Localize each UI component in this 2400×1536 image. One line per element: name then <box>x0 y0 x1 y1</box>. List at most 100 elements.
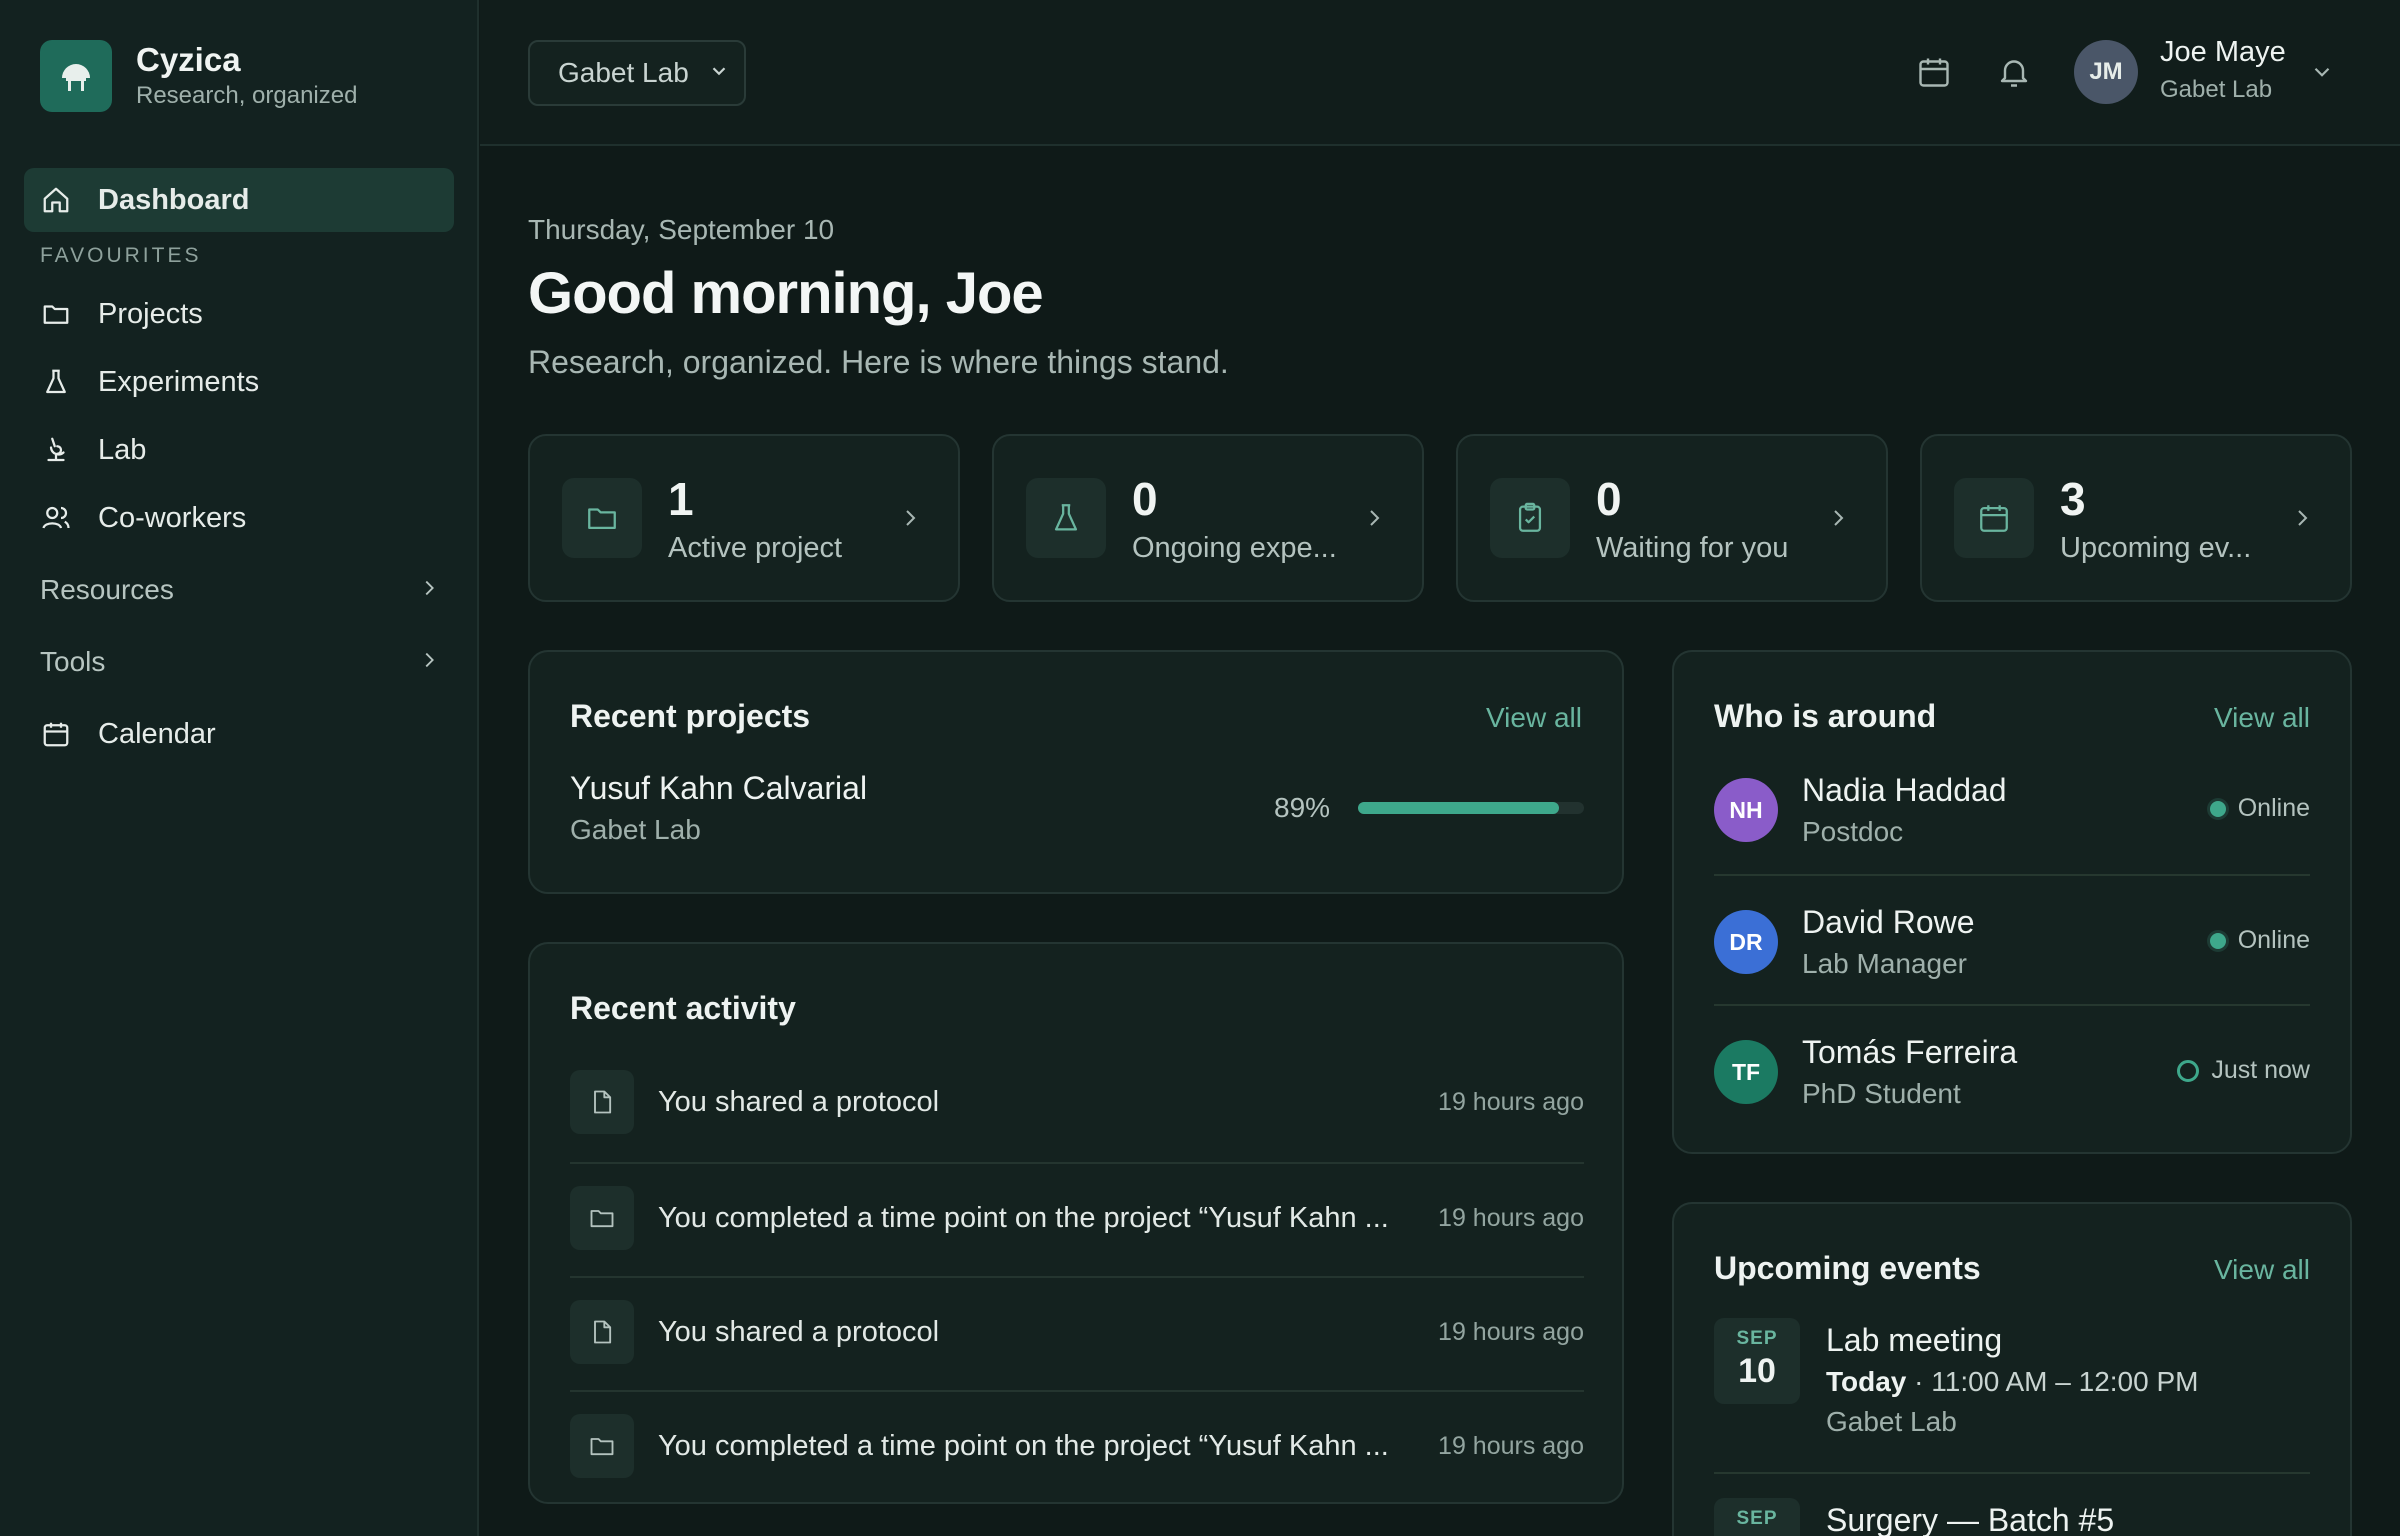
view-all-link[interactable]: View all <box>1486 702 1582 734</box>
sidebar: Cyzica Research, organized Dashboard FAV… <box>0 0 479 1536</box>
folder-icon <box>570 1186 634 1250</box>
stat-card-waiting[interactable]: 0 Waiting for you <box>1456 434 1888 602</box>
users-icon <box>40 502 72 534</box>
view-all-link[interactable]: View all <box>2214 702 2310 734</box>
status-badge: Online <box>2209 926 2310 955</box>
upcoming-events-card: Upcoming events View all SEP 10 Lab meet… <box>1672 1202 2352 1536</box>
user-lab: Gabet Lab <box>2160 76 2273 103</box>
status-dot-icon <box>2209 800 2226 817</box>
event-lab: Gabet Lab <box>1826 1406 1957 1437</box>
sidebar-group-label: Resources <box>40 574 174 605</box>
status-ring-icon <box>2177 1059 2200 1082</box>
stat-value: 3 <box>2060 473 2086 525</box>
activity-item[interactable]: You shared a protocol 19 hours ago <box>570 1276 1584 1390</box>
sidebar-item-lab[interactable]: Lab <box>24 418 454 482</box>
event-item[interactable]: SEP 10 Lab meeting Today · 11:00 AM – 12… <box>1714 1318 2310 1472</box>
person-role: Postdoc <box>1802 816 1904 847</box>
sidebar-item-calendar[interactable]: Calendar <box>24 702 454 766</box>
person-row[interactable]: DR David Rowe Lab Manager Online <box>1714 874 2310 1004</box>
sidebar-group-resources[interactable]: Resources <box>40 565 440 615</box>
lab-select[interactable]: Gabet Lab <box>528 40 746 106</box>
file-icon <box>570 1070 634 1134</box>
calendar-icon[interactable] <box>1914 52 1954 92</box>
event-date-badge: SEP <box>1714 1498 1800 1536</box>
activity-time: 19 hours ago <box>1438 1318 1584 1346</box>
lab-select-value: Gabet Lab <box>558 57 689 88</box>
activity-text: You completed a time point on the projec… <box>658 1202 1389 1234</box>
clipboard-check-icon <box>1490 478 1570 558</box>
sidebar-group-label: Tools <box>40 646 106 677</box>
person-role: PhD Student <box>1802 1078 1961 1109</box>
who-is-around-card: Who is around View all NH Nadia Haddad P… <box>1672 650 2352 1154</box>
stat-card-active-projects[interactable]: 1 Active project <box>528 434 960 602</box>
stat-label: Upcoming ev... <box>2060 532 2252 564</box>
folder-icon <box>570 1414 634 1478</box>
sidebar-item-label: Experiments <box>98 365 260 398</box>
event-day-label: Today <box>1826 1366 1907 1397</box>
activity-item[interactable]: You shared a protocol 19 hours ago <box>570 1048 1584 1162</box>
stat-card-upcoming-events[interactable]: 3 Upcoming ev... <box>1920 434 2352 602</box>
calendar-icon <box>40 718 72 750</box>
activity-time: 19 hours ago <box>1438 1088 1584 1116</box>
person-row[interactable]: TF Tomás Ferreira PhD Student Just now <box>1714 1004 2310 1134</box>
microscope-icon <box>40 434 72 466</box>
brand-name: Cyzica <box>136 41 241 78</box>
sidebar-group-tools[interactable]: Tools <box>40 637 440 687</box>
activity-text: You shared a protocol <box>658 1316 940 1348</box>
status-dot-icon <box>2209 932 2226 949</box>
brand-tagline: Research, organized <box>136 82 358 109</box>
status-text: Online <box>2237 926 2310 954</box>
stat-value: 1 <box>668 473 694 525</box>
stat-card-ongoing-experiments[interactable]: 0 Ongoing expe... <box>992 434 1424 602</box>
event-title: Surgery — Batch #5 <box>1826 1502 2115 1536</box>
event-day: 10 <box>1738 1352 1776 1390</box>
bell-icon[interactable] <box>1994 52 2034 92</box>
card-title: Who is around <box>1714 698 1937 734</box>
status-text: Online <box>2237 794 2310 822</box>
card-title: Recent projects <box>570 698 811 734</box>
recent-activity-card: Recent activity You shared a protocol 19… <box>528 942 1624 1504</box>
logo-icon <box>40 40 112 112</box>
sidebar-item-dashboard[interactable]: Dashboard <box>24 168 454 232</box>
chevron-right-icon <box>418 646 440 678</box>
current-date: Thursday, September 10 <box>528 214 835 245</box>
top-header: Gabet Lab JM Joe Maye Gabet Lab <box>480 0 2400 146</box>
chevron-right-icon <box>418 574 440 606</box>
stat-label: Waiting for you <box>1596 532 1789 564</box>
sidebar-item-projects[interactable]: Projects <box>24 282 454 346</box>
activity-item[interactable]: You completed a time point on the projec… <box>570 1390 1584 1504</box>
page-title: Good morning, Joe <box>528 261 1044 326</box>
event-item[interactable]: SEP Surgery — Batch #5 <box>1714 1472 2310 1536</box>
chevron-right-icon <box>1824 504 1852 532</box>
stat-label: Ongoing expe... <box>1132 532 1337 564</box>
sidebar-item-label: Lab <box>98 433 147 466</box>
sidebar-item-co-workers[interactable]: Co-workers <box>24 486 454 550</box>
project-lab: Gabet Lab <box>570 814 701 845</box>
person-row[interactable]: NH Nadia Haddad Postdoc Online <box>1714 758 2310 888</box>
user-name[interactable]: Joe Maye <box>2160 36 2286 69</box>
brand[interactable]: Cyzica Research, organized <box>40 40 357 112</box>
activity-item[interactable]: You completed a time point on the projec… <box>570 1162 1584 1276</box>
avatar: NH <box>1714 778 1778 842</box>
person-name: David Rowe <box>1802 904 1975 940</box>
activity-time: 19 hours ago <box>1438 1432 1584 1460</box>
person-name: Nadia Haddad <box>1802 772 2007 808</box>
view-all-link[interactable]: View all <box>2214 1254 2310 1286</box>
favourites-heading: FAVOURITES <box>40 244 202 267</box>
card-title: Upcoming events <box>1714 1250 1981 1286</box>
chevron-right-icon <box>896 504 924 532</box>
page-subtitle: Research, organized. Here is where thing… <box>528 344 1229 380</box>
person-role: Lab Manager <box>1802 948 1968 979</box>
stat-value: 0 <box>1132 473 1158 525</box>
file-icon <box>570 1300 634 1364</box>
status-badge: Just now <box>2177 1056 2310 1085</box>
user-avatar[interactable]: JM <box>2074 40 2138 104</box>
stat-value: 0 <box>1596 473 1622 525</box>
event-time: Today · 11:00 AM – 12:00 PM <box>1826 1366 2198 1398</box>
sidebar-item-label: Dashboard <box>98 183 250 216</box>
folder-icon <box>40 298 72 330</box>
flask-icon <box>1026 478 1106 558</box>
chevron-down-icon[interactable] <box>2304 54 2340 90</box>
home-icon <box>40 184 72 216</box>
sidebar-item-experiments[interactable]: Experiments <box>24 350 454 414</box>
